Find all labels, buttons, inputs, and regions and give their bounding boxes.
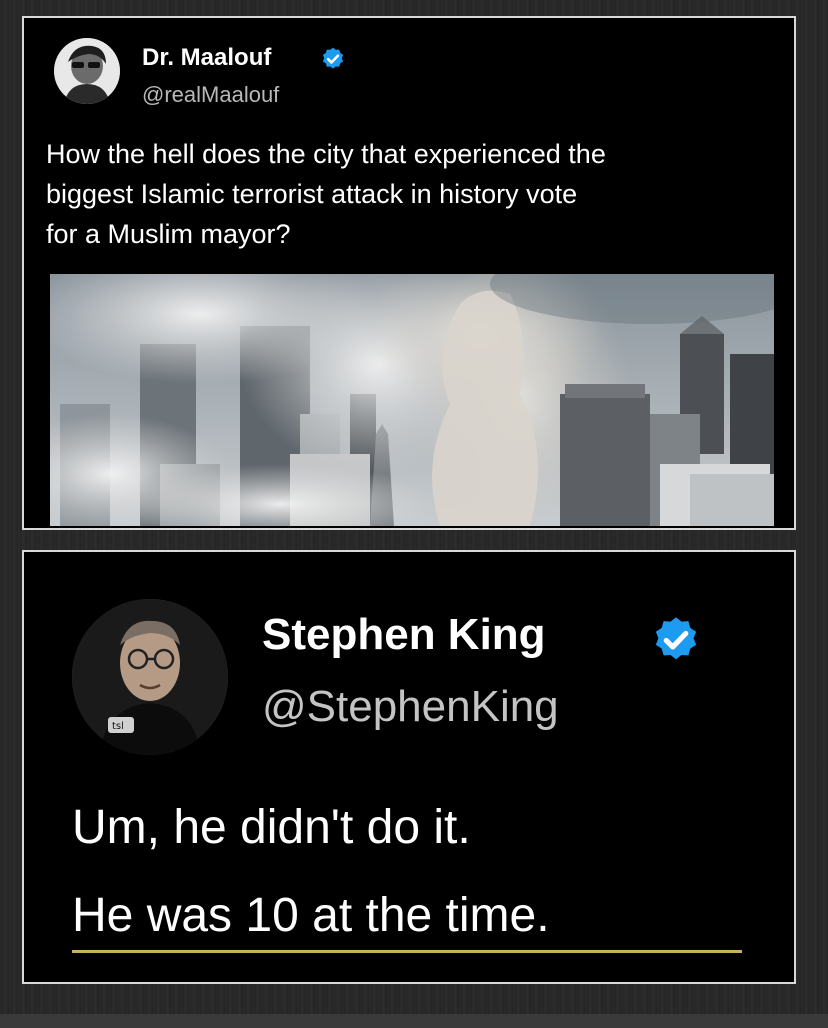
verified-badge-icon [655, 617, 697, 660]
author-name[interactable]: Dr. Maalouf [142, 44, 271, 72]
avatar-image: tsl [72, 599, 228, 755]
author-handle[interactable]: @StephenKing [262, 682, 559, 732]
avatar-image [54, 38, 120, 104]
avatar[interactable]: tsl [72, 599, 228, 755]
author-handle[interactable]: @realMaalouf [142, 82, 279, 108]
text-underline [72, 950, 742, 953]
tweet-line: biggest Islamic terrorist attack in hist… [46, 179, 578, 209]
verified-badge-icon [322, 47, 344, 69]
tweet-line: for a Muslim mayor? [46, 219, 291, 249]
reply-line: He was 10 at the time. [72, 889, 550, 942]
bottom-strip [0, 1014, 828, 1028]
reply-line: Um, he didn't do it. [72, 801, 471, 854]
avatar[interactable] [54, 38, 120, 104]
tweet-line: How the hell does the city that experien… [46, 139, 606, 169]
post-card-maalouf: Dr. Maalouf @realMaalouf How the hell do… [22, 16, 796, 530]
tweet-text: How the hell does the city that experien… [46, 134, 786, 254]
post-card-stephen-king: tsl Stephen King @StephenKing Um, he did… [22, 550, 796, 984]
author-name[interactable]: Stephen King [262, 610, 546, 660]
smoke-city-photo[interactable] [50, 274, 774, 526]
svg-text:tsl: tsl [112, 721, 124, 732]
